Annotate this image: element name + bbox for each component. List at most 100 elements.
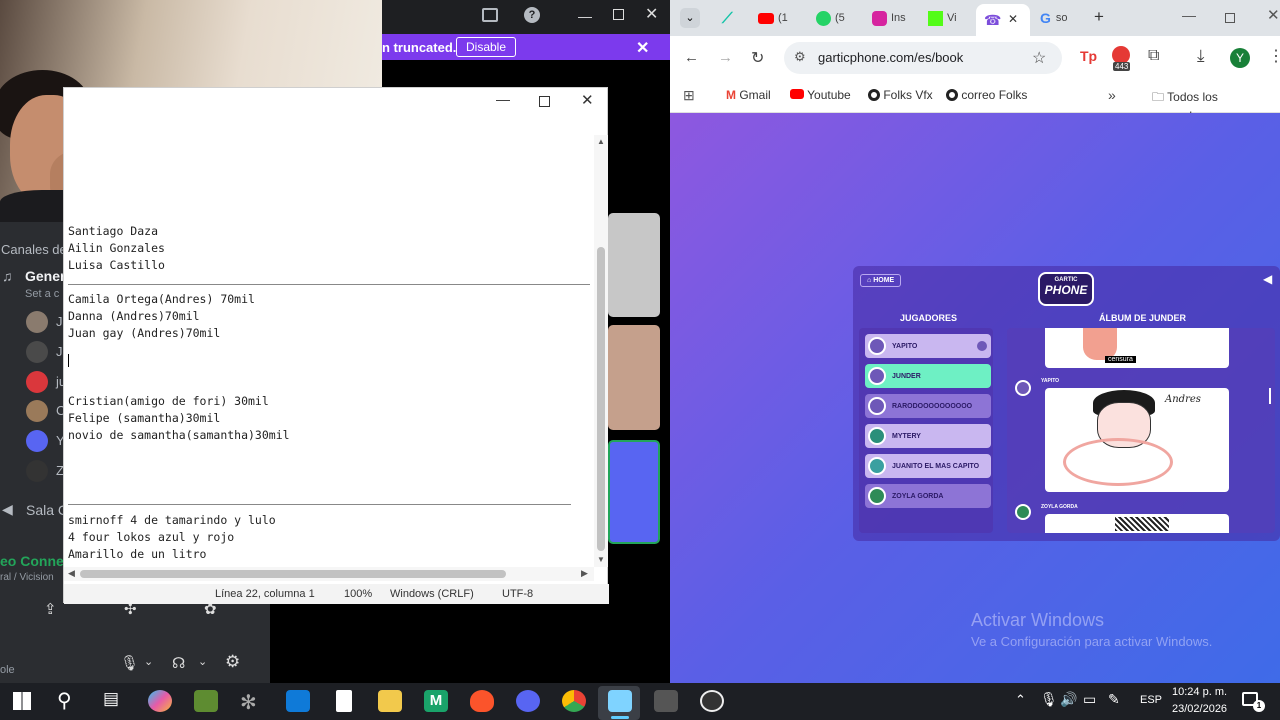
brave-icon[interactable]	[470, 690, 494, 712]
avatar[interactable]	[26, 371, 48, 393]
microphone-icon[interactable]: 🎙	[120, 654, 139, 672]
minimize-icon[interactable]: —	[578, 8, 592, 24]
tab-instagram[interactable]: Ins	[872, 4, 906, 32]
scrollbar-thumb[interactable]	[80, 570, 506, 578]
text-line[interactable]: Amarillo de un litro	[68, 546, 598, 563]
close-icon[interactable]: ✕	[581, 91, 594, 109]
user-name[interactable]: J	[56, 344, 63, 359]
volume-icon[interactable]: 🔊	[1060, 691, 1077, 708]
maximize-icon[interactable]	[613, 9, 624, 20]
clock-time[interactable]: 10:24 p. m.	[1172, 686, 1227, 698]
chrome-icon[interactable]	[562, 690, 586, 712]
clock-date[interactable]: 23/02/2026	[1172, 703, 1227, 715]
tab-whatsapp[interactable]: (5	[816, 4, 845, 32]
text-line[interactable]: Santiago Daza	[68, 223, 598, 240]
disable-button[interactable]: Disable	[456, 37, 517, 57]
general-channel[interactable]: Gener	[25, 268, 65, 284]
text-line[interactable]	[68, 495, 598, 512]
text-line[interactable]	[68, 478, 598, 495]
close-icon[interactable]: ✕	[645, 4, 658, 24]
maximize-icon[interactable]	[539, 96, 550, 107]
text-line[interactable]: Camila Ortega(Andres) 70mil	[68, 291, 598, 308]
url-text[interactable]: garticphone.com/es/book	[818, 50, 963, 65]
text-line[interactable]	[68, 444, 598, 461]
text-line[interactable]: Juan gay (Andres)70mil	[68, 325, 598, 342]
album-drawing[interactable]: Andres	[1045, 388, 1229, 492]
album-drawing[interactable]: censura	[1045, 328, 1229, 368]
text-line[interactable]: Danna (Andres)70mil	[68, 308, 598, 325]
sala-channel[interactable]: Sala C	[26, 502, 68, 518]
chevron-down-icon[interactable]: ⌄	[198, 655, 207, 668]
scroll-right-icon[interactable]: ▶	[581, 568, 588, 579]
user-name[interactable]: J	[56, 314, 63, 329]
headphones-icon[interactable]: ☊	[172, 654, 185, 672]
microphone-icon[interactable]: 🎙	[1040, 691, 1058, 708]
search-icon[interactable]: ⚲	[57, 688, 72, 713]
extensions-puzzle-icon[interactable]: ⧉	[1148, 47, 1159, 65]
text-line[interactable]: Felipe (samantha)30mil	[68, 410, 598, 427]
screen-share-icon[interactable]: ⇪	[44, 600, 57, 618]
player-row[interactable]: RARODOOOOOOOOOO	[865, 394, 991, 418]
task-view-icon[interactable]: ▤	[103, 689, 119, 709]
scrollbar-thumb[interactable]	[597, 247, 605, 551]
text-line[interactable]: smirnoff 4 de tamarindo y lulo	[68, 512, 598, 529]
minimize-icon[interactable]: —	[1182, 7, 1196, 23]
bookmark-youtube[interactable]: Youtube	[790, 88, 851, 102]
network-icon[interactable]: ▭	[1083, 691, 1096, 708]
bookmark-folks-vfx[interactable]: Folks Vfx	[868, 88, 933, 102]
copilot-icon[interactable]	[148, 690, 172, 712]
language-indicator[interactable]: ESP	[1140, 694, 1162, 706]
bookmark-gmail[interactable]: M Gmail	[726, 88, 771, 102]
text-line[interactable]: 4 four lokos azul y rojo	[68, 529, 598, 546]
tab-favicon[interactable]: ⟋	[722, 4, 733, 32]
bookmark-correo-folks[interactable]: correo Folks	[946, 88, 1027, 102]
tab-youtube[interactable]: (1	[758, 4, 788, 32]
apps-grid-icon[interactable]: ⊞	[683, 87, 695, 104]
settings-icon[interactable]: ✻	[240, 690, 264, 714]
avatar[interactable]	[26, 311, 48, 333]
file-icon[interactable]	[336, 690, 352, 712]
scroll-down-icon[interactable]: ▼	[597, 555, 605, 564]
tab-search-icon[interactable]: ⌄	[680, 8, 700, 28]
extension-icon[interactable]: Tp	[1080, 48, 1097, 64]
new-tab-icon[interactable]: +	[1094, 7, 1104, 27]
menu-icon[interactable]: ⋮	[1268, 46, 1280, 66]
text-line[interactable]: Luisa Castillo	[68, 257, 598, 274]
video-tile-1[interactable]	[608, 213, 660, 317]
minecraft-icon[interactable]	[194, 690, 218, 712]
mail-icon[interactable]: M	[424, 690, 448, 712]
download-icon[interactable]: ⤓	[1197, 46, 1205, 66]
text-line[interactable]	[68, 274, 598, 291]
tab-gartic-active[interactable]: ☎ ✕	[976, 4, 1030, 36]
player-row-active[interactable]: JUNDER	[865, 364, 991, 388]
text-line[interactable]: novio de samantha(samantha)30mil	[68, 427, 598, 444]
vertical-scrollbar[interactable]: ▲ ▼	[594, 135, 608, 567]
profile-avatar[interactable]: Y	[1230, 48, 1250, 68]
home-button[interactable]: ⌂ HOME	[860, 274, 902, 287]
help-icon[interactable]: ?	[524, 7, 540, 23]
pen-icon[interactable]: ✎	[1108, 691, 1120, 708]
tab-kick[interactable]: Vi	[928, 4, 957, 32]
player-row[interactable]: YAPITO	[865, 334, 991, 358]
windows-start-icon[interactable]	[13, 692, 31, 710]
maximize-icon[interactable]	[1225, 13, 1235, 23]
text-line[interactable]: Cristian(amigo de fori) 30mil	[68, 393, 598, 410]
discord-icon[interactable]	[516, 690, 540, 712]
back-icon[interactable]: ←	[684, 49, 699, 66]
avatar[interactable]	[26, 341, 48, 363]
site-info-icon[interactable]: ⚙	[794, 49, 806, 65]
avatar[interactable]	[26, 460, 48, 482]
text-line[interactable]	[68, 376, 598, 393]
tab-google[interactable]: Gso	[1040, 4, 1068, 32]
scroll-left-icon[interactable]: ◀	[68, 568, 75, 579]
horizontal-scrollbar[interactable]: ◀ ▶	[64, 567, 594, 581]
reload-icon[interactable]: ↻	[751, 48, 764, 68]
obs-icon[interactable]	[700, 690, 724, 712]
set-status-text[interactable]: Set a c	[25, 288, 59, 300]
text-line[interactable]	[68, 359, 598, 376]
avatar[interactable]	[26, 400, 48, 422]
settings-gear-icon[interactable]: ⚙	[225, 652, 240, 672]
player-row[interactable]: MYTERY	[865, 424, 991, 448]
banner-close-icon[interactable]: ✕	[636, 38, 649, 58]
scroll-up-icon[interactable]: ▲	[597, 137, 605, 146]
